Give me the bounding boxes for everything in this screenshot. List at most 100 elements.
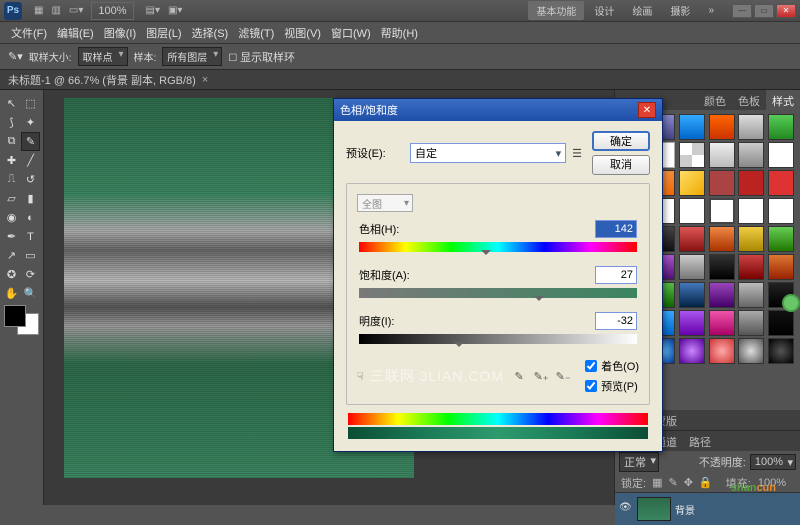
style-swatch[interactable] [679, 142, 705, 168]
dodge-tool[interactable]: ◐ [21, 208, 40, 227]
quick-select-tool[interactable]: ✦ [21, 113, 40, 132]
mini-bridge-icon[interactable]: ▦ [34, 5, 43, 16]
style-swatch[interactable] [768, 170, 794, 196]
minimize-button[interactable]: — [732, 4, 752, 18]
style-swatch[interactable] [738, 282, 764, 308]
eraser-tool[interactable]: ▱ [2, 189, 21, 208]
eyedropper-tool[interactable]: ✎ [21, 132, 40, 151]
style-swatch[interactable] [679, 170, 705, 196]
visibility-icon[interactable]: 👁 [619, 502, 633, 516]
eyedropper-sub-icon[interactable]: ✎₋ [555, 368, 571, 384]
lock-pos-icon[interactable]: ✥ [682, 476, 695, 489]
style-swatch[interactable] [738, 310, 764, 336]
foreground-color[interactable] [4, 305, 26, 327]
style-swatch[interactable] [709, 338, 735, 364]
saturation-slider[interactable] [359, 288, 637, 298]
ok-button[interactable]: 确定 [592, 131, 650, 151]
preset-menu-icon[interactable]: ☰ [572, 147, 582, 160]
workspace-design[interactable]: 设计 [586, 1, 622, 20]
style-swatch[interactable] [679, 282, 705, 308]
opacity-value[interactable]: 100% [750, 454, 796, 470]
style-swatch[interactable] [709, 198, 735, 224]
menu-filter[interactable]: 滤镜(T) [233, 25, 279, 41]
maximize-button[interactable]: ▭ [754, 4, 774, 18]
sample-layers-dropdown[interactable]: 所有图层 [162, 47, 222, 66]
layer-thumbnail[interactable] [637, 497, 671, 521]
screen-icon[interactable]: ▣▾ [168, 5, 182, 16]
tab-paths[interactable]: 路径 [683, 431, 717, 451]
style-swatch[interactable] [768, 226, 794, 252]
workspace-painting[interactable]: 绘画 [624, 1, 660, 20]
style-swatch[interactable] [738, 142, 764, 168]
style-swatch[interactable] [709, 142, 735, 168]
zoom-display[interactable]: 100% [91, 2, 133, 20]
doc-layout-icon[interactable]: ▥ [51, 5, 60, 16]
lock-pixels-icon[interactable]: ✎ [666, 476, 679, 489]
style-swatch[interactable] [738, 170, 764, 196]
lock-trans-icon[interactable]: ▦ [650, 476, 664, 489]
style-swatch[interactable] [709, 170, 735, 196]
color-swatches[interactable] [4, 305, 39, 335]
style-swatch[interactable] [709, 310, 735, 336]
menu-window[interactable]: 窗口(W) [326, 25, 376, 41]
style-swatch[interactable] [709, 226, 735, 252]
style-swatch[interactable] [738, 338, 764, 364]
history-brush-tool[interactable]: ↺ [21, 170, 40, 189]
marquee-tool[interactable]: ⬚ [21, 94, 40, 113]
menu-select[interactable]: 选择(S) [187, 25, 234, 41]
sample-size-dropdown[interactable]: 取样点 [78, 47, 128, 66]
blur-tool[interactable]: ◉ [2, 208, 21, 227]
layer-name[interactable]: 背景 [675, 502, 695, 517]
style-swatch[interactable] [679, 226, 705, 252]
workspace-essentials[interactable]: 基本功能 [528, 1, 584, 20]
hue-input[interactable]: 142 [595, 220, 637, 238]
style-swatch[interactable] [679, 310, 705, 336]
tab-styles[interactable]: 样式 [766, 90, 800, 110]
style-swatch[interactable] [738, 114, 764, 140]
eyedropper-tool-icon[interactable]: ✎▾ [8, 50, 23, 63]
arrange-icon[interactable]: ▤▾ [146, 5, 160, 16]
style-swatch[interactable] [768, 310, 794, 336]
rotate-tool[interactable]: ⟳ [21, 265, 40, 284]
screen-mode-icon[interactable]: ▭▾ [69, 5, 83, 16]
style-swatch[interactable] [709, 254, 735, 280]
dialog-close-button[interactable]: ✕ [638, 102, 656, 118]
move-tool[interactable]: ↖ [2, 94, 21, 113]
style-swatch[interactable] [709, 114, 735, 140]
cancel-button[interactable]: 取消 [592, 155, 650, 175]
layer-row[interactable]: 👁 背景 [615, 493, 800, 525]
style-swatch[interactable] [768, 254, 794, 280]
lasso-tool[interactable]: ⟆ [2, 113, 21, 132]
eyedropper-icon[interactable]: ✎ [511, 368, 527, 384]
path-select-tool[interactable]: ↗ [2, 246, 21, 265]
style-swatch[interactable] [679, 254, 705, 280]
menu-layer[interactable]: 图层(L) [141, 25, 186, 41]
menu-view[interactable]: 视图(V) [279, 25, 326, 41]
show-ring-checkbox[interactable]: ☐ 显示取样环 [228, 49, 295, 65]
zoom-tool[interactable]: 🔍 [21, 284, 40, 303]
style-swatch[interactable] [679, 114, 705, 140]
close-button[interactable]: ✕ [776, 4, 796, 18]
style-swatch[interactable] [768, 338, 794, 364]
menu-edit[interactable]: 编辑(E) [52, 25, 99, 41]
edit-range-dropdown[interactable]: 全图 [357, 194, 413, 212]
style-swatch[interactable] [738, 198, 764, 224]
style-swatch[interactable] [738, 254, 764, 280]
brush-tool[interactable]: ╱ [21, 151, 40, 170]
colorize-checkbox[interactable]: 着色(O) [585, 358, 639, 374]
shape-tool[interactable]: ▭ [21, 246, 40, 265]
3d-tool[interactable]: ✪ [2, 265, 21, 284]
blend-mode-dropdown[interactable]: 正常 [619, 452, 659, 472]
workspace-more[interactable]: » [700, 3, 722, 18]
eyedropper-add-icon[interactable]: ✎₊ [533, 368, 549, 384]
type-tool[interactable]: T [21, 227, 40, 246]
gradient-tool[interactable]: ▮ [21, 189, 40, 208]
menu-image[interactable]: 图像(I) [99, 25, 141, 41]
hand-tool[interactable]: ✋ [2, 284, 21, 303]
menu-file[interactable]: 文件(F) [6, 25, 52, 41]
dialog-titlebar[interactable]: 色相/饱和度 ✕ [334, 99, 662, 121]
pen-tool[interactable]: ✒ [2, 227, 21, 246]
style-swatch[interactable] [768, 114, 794, 140]
crop-tool[interactable]: ⧉ [2, 132, 21, 151]
style-swatch[interactable] [768, 142, 794, 168]
